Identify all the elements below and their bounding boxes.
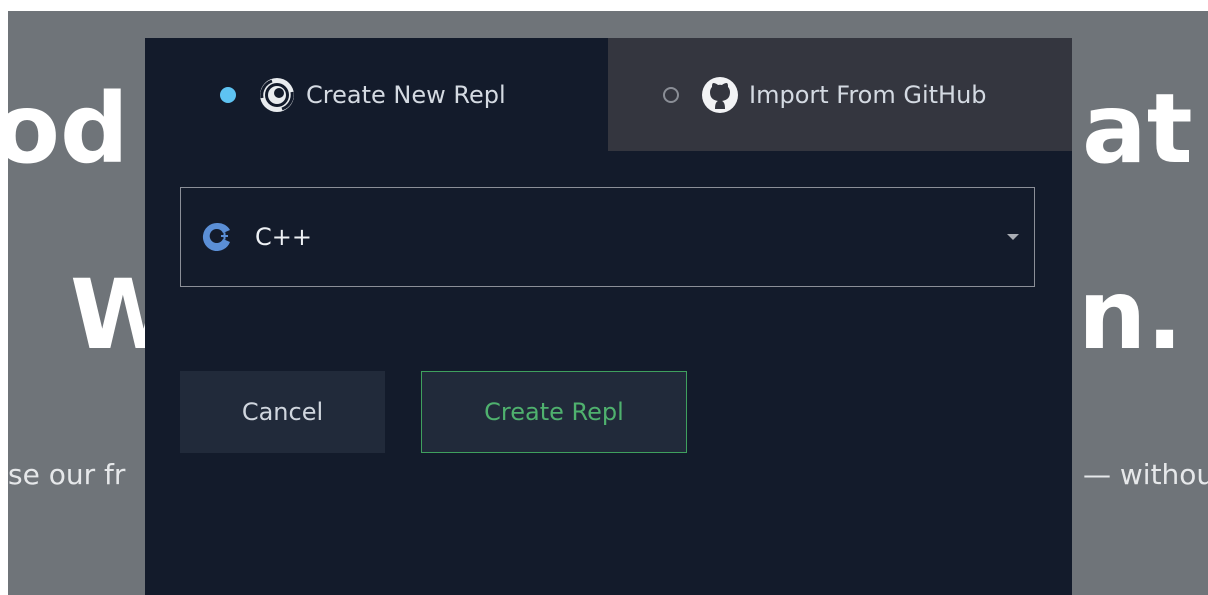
tab-label: Create New Repl <box>306 80 506 109</box>
chevron-down-icon <box>1007 234 1019 240</box>
cpp-icon <box>202 222 230 251</box>
background-headline-fragment: n. <box>1078 259 1183 371</box>
background-subtext-fragment: se our fr <box>8 458 126 491</box>
tab-import-from-github[interactable]: Import From GitHub <box>608 38 1072 151</box>
modal-tabs: Create New Repl Import From GitHub <box>145 38 1072 151</box>
tab-create-new-repl[interactable]: Create New Repl <box>145 38 608 151</box>
radio-selected-icon <box>220 86 236 103</box>
radio-unselected-icon <box>663 86 679 103</box>
repl-spiral-icon <box>260 77 294 112</box>
new-repl-modal: Create New Repl Import From GitHub C++ C… <box>145 38 1072 595</box>
create-repl-button[interactable]: Create Repl <box>421 371 687 453</box>
cancel-button[interactable]: Cancel <box>180 371 385 453</box>
background-subtext-fragment: — withou <box>1083 458 1208 491</box>
github-icon <box>702 76 738 113</box>
tab-label: Import From GitHub <box>749 80 987 109</box>
language-select[interactable]: C++ <box>180 187 1035 287</box>
language-select-value: C++ <box>255 223 312 251</box>
background-headline-fragment: at <box>1082 73 1193 185</box>
background-headline-fragment: od <box>8 73 129 185</box>
